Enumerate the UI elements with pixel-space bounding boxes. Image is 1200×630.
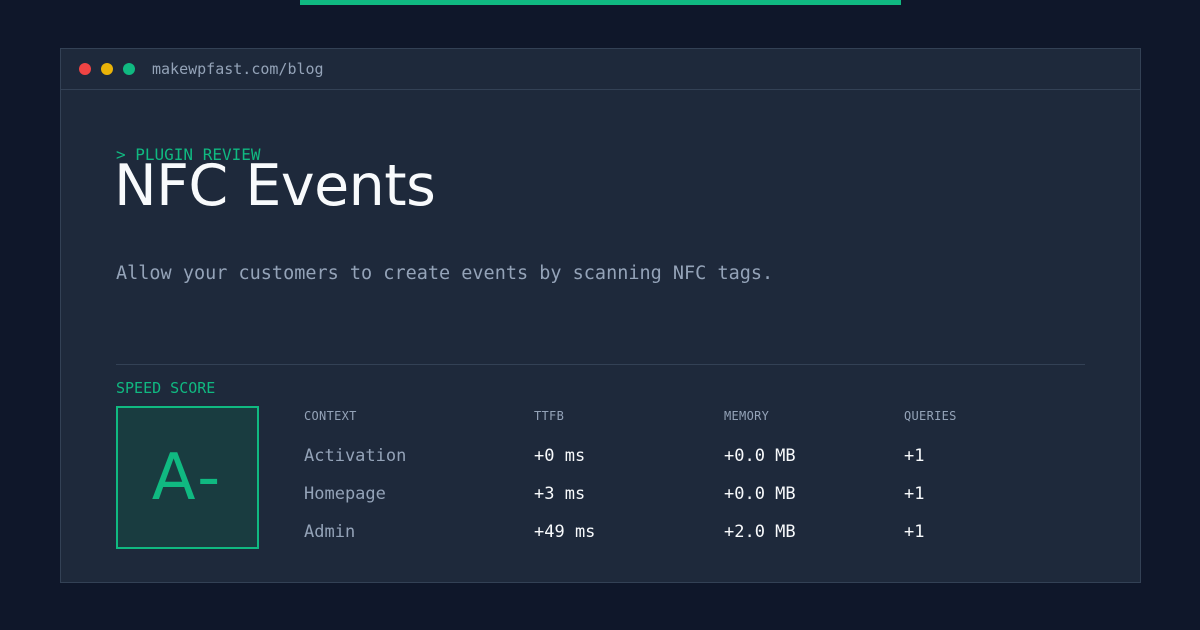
row-admin-context: Admin (304, 522, 356, 542)
column-header-memory: MEMORY (724, 409, 770, 423)
maximize-dot-icon (123, 63, 135, 75)
top-accent-bar (300, 0, 901, 5)
section-divider (116, 364, 1085, 365)
post-description: Allow your customers to create events by… (116, 263, 774, 284)
row-activation-ttfb: +0 ms (534, 446, 586, 466)
row-activation-context: Activation (304, 446, 407, 466)
column-header-queries: QUERIES (904, 409, 957, 423)
speed-grade: A- (151, 440, 224, 515)
row-homepage-queries: +1 (904, 484, 925, 504)
column-header-ttfb: TTFB (534, 409, 565, 423)
row-activation-queries: +1 (904, 446, 925, 466)
row-homepage-memory: +0.0 MB (724, 484, 796, 504)
row-admin-ttfb: +49 ms (534, 522, 596, 542)
address-url: makewpfast.com/blog (152, 60, 324, 78)
post-title: NFC Events (114, 153, 436, 219)
metrics-table: CONTEXT TTFB MEMORY QUERIES Activation +… (304, 406, 1084, 546)
row-admin-memory: +2.0 MB (724, 522, 796, 542)
minimize-dot-icon (101, 63, 113, 75)
speed-score-label: SPEED SCORE (116, 379, 216, 397)
row-homepage-ttfb: +3 ms (534, 484, 586, 504)
row-admin-queries: +1 (904, 522, 925, 542)
row-homepage-context: Homepage (304, 484, 386, 504)
window-titlebar: makewpfast.com/blog (61, 49, 1140, 90)
browser-window: makewpfast.com/blog > PLUGIN REVIEW NFC … (60, 48, 1141, 583)
close-dot-icon (79, 63, 91, 75)
speed-grade-box: A- (116, 406, 259, 549)
row-activation-memory: +0.0 MB (724, 446, 796, 466)
column-header-context: CONTEXT (304, 409, 357, 423)
